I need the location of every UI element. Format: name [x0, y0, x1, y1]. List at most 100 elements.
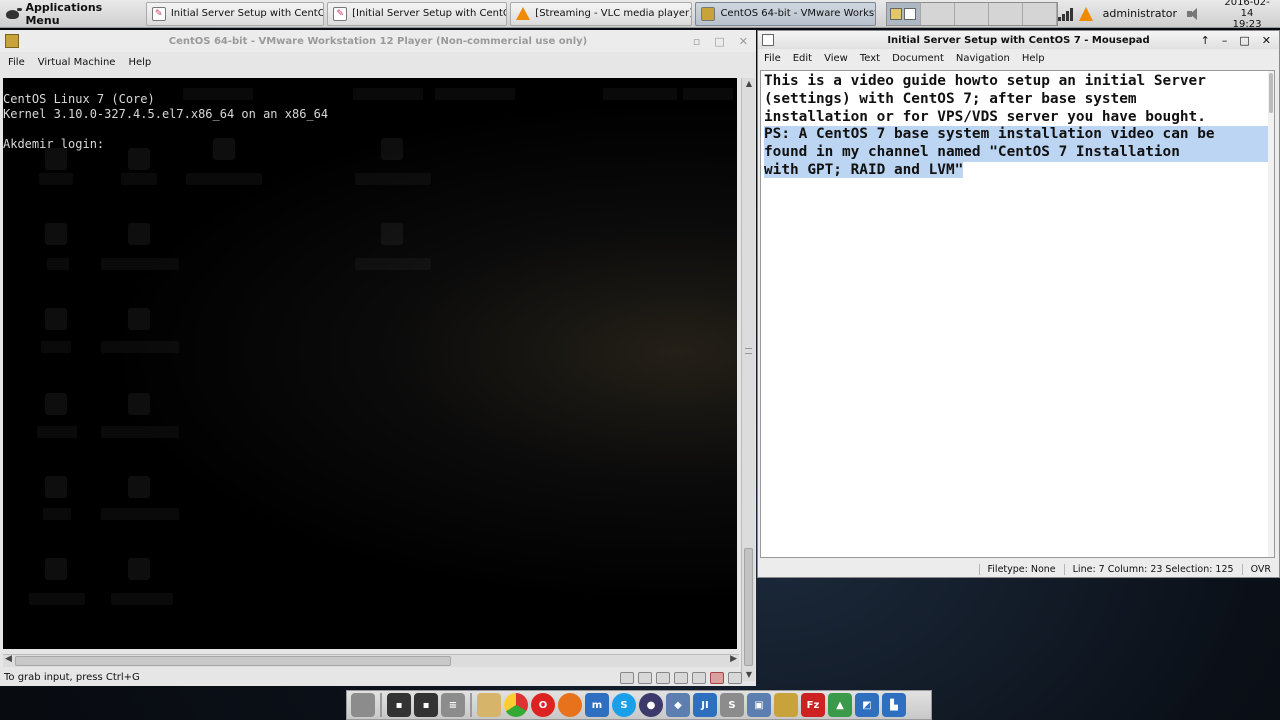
- taskbar-item-vlc[interactable]: [Streaming - VLC media player]: [510, 1, 693, 26]
- mousepad-icon: ✎: [151, 6, 166, 21]
- close-button[interactable]: ✕: [1262, 34, 1271, 47]
- printer-icon[interactable]: [710, 671, 724, 684]
- menu-document[interactable]: Document: [892, 53, 944, 64]
- menu-text[interactable]: Text: [860, 53, 880, 64]
- terminal-icon[interactable]: ▪: [387, 693, 411, 717]
- sound-card-icon[interactable]: [692, 671, 706, 684]
- text-editor-area[interactable]: This is a video guide howto setup an ini…: [760, 70, 1275, 558]
- clock[interactable]: 2016-02-14 19:23: [1220, 0, 1274, 30]
- maximize-button[interactable]: □: [714, 35, 724, 48]
- maximize-button[interactable]: □: [1239, 34, 1249, 47]
- taskbar-item-mousepad-2[interactable]: ✎ [Initial Server Setup with CentOS ...: [327, 1, 508, 26]
- menu-file[interactable]: File: [764, 53, 781, 64]
- applications-menu-button[interactable]: Applications Menu: [0, 0, 143, 28]
- text-line: installation or for VPS/VDS server you h…: [764, 108, 1206, 125]
- keep-above-button[interactable]: ↑: [1201, 34, 1210, 47]
- editor-vertical-scrollbar[interactable]: [1268, 71, 1274, 557]
- scrollbar-grip: [745, 348, 752, 354]
- menu-edit[interactable]: Edit: [793, 53, 812, 64]
- network-monitor-icon[interactable]: [1057, 7, 1073, 21]
- taskbar-item-label: Initial Server Setup with CentOS 7...: [170, 8, 323, 19]
- chrome-icon[interactable]: [504, 693, 528, 717]
- vmware-icon[interactable]: [774, 693, 798, 717]
- taskbar-item-mousepad-1[interactable]: ✎ Initial Server Setup with CentOS 7...: [145, 1, 325, 26]
- text-line: This is a video guide howto setup an ini…: [764, 73, 1206, 89]
- scrollbar-thumb[interactable]: [1269, 73, 1273, 113]
- eclipse-icon[interactable]: ●: [639, 693, 663, 717]
- overwrite-mode-status[interactable]: OVR: [1241, 563, 1279, 575]
- close-button[interactable]: ✕: [739, 35, 748, 48]
- network-icon[interactable]: ◩: [855, 693, 879, 717]
- text-editor-icon[interactable]: ≡: [441, 693, 465, 717]
- text-line: (settings) with CentOS 7; after base sys…: [764, 90, 1137, 107]
- taskbar-item-label: [Streaming - VLC media player]: [535, 8, 693, 19]
- console-line: Kernel 3.10.0-327.4.5.el7.x86_64 on an x…: [3, 107, 329, 121]
- filezilla-icon[interactable]: Fz: [801, 693, 825, 717]
- mousepad-titlebar[interactable]: Initial Server Setup with CentOS 7 - Mou…: [758, 31, 1279, 49]
- clock-time: 19:23: [1232, 19, 1262, 30]
- opera-icon[interactable]: O: [531, 693, 555, 717]
- scrollbar-thumb[interactable]: [15, 656, 451, 666]
- minimize-button[interactable]: ▫: [693, 35, 700, 48]
- menu-navigation[interactable]: Navigation: [956, 53, 1010, 64]
- terminal-icon[interactable]: ▙: [882, 693, 906, 717]
- firefox-icon[interactable]: [558, 693, 582, 717]
- menu-file[interactable]: File: [8, 57, 25, 68]
- workspace-5[interactable]: [1022, 2, 1057, 25]
- console-horizontal-scrollbar[interactable]: ◀ ▶: [3, 654, 739, 667]
- maxthon-icon[interactable]: m: [585, 693, 609, 717]
- console-line: CentOS Linux 7 (Core): [3, 92, 155, 106]
- vlc-icon: [516, 7, 531, 20]
- volume-icon[interactable]: [1187, 7, 1200, 20]
- cd-drive-icon[interactable]: [638, 671, 652, 684]
- console-vertical-scrollbar[interactable]: ▲ ▼: [741, 78, 755, 681]
- document-text: This is a video guide howto setup an ini…: [761, 71, 1274, 180]
- selected-text-line: found in my channel named "CentOS 7 Inst…: [764, 144, 1274, 162]
- workspace-3[interactable]: [954, 2, 989, 25]
- workspace-2[interactable]: [920, 2, 955, 25]
- grab-input-hint: To grab input, press Ctrl+G: [4, 672, 140, 683]
- workspace-4[interactable]: [988, 2, 1023, 25]
- workspace-1[interactable]: [886, 2, 921, 25]
- user-menu[interactable]: administrator: [1103, 7, 1177, 20]
- usb-icon[interactable]: [674, 671, 688, 684]
- mousepad-menubar: File Edit View Text Document Navigation …: [758, 49, 1279, 68]
- scrollbar-thumb[interactable]: [744, 548, 753, 666]
- xfce-mouse-icon: [4, 7, 23, 21]
- hard-disk-icon[interactable]: [620, 671, 634, 684]
- jetbrains-icon[interactable]: JI: [693, 693, 717, 717]
- workspace-window-icon: [904, 7, 917, 20]
- bottom-dock: ▪ ▪ ≡ O m S ● ◆ JI S ▣ Fz ▲ ◩ ▙: [346, 690, 932, 720]
- vmware-titlebar[interactable]: CentOS 64-bit - VMware Workstation 12 Pl…: [0, 30, 756, 52]
- mousepad-statusbar: Filetype: None Line: 7 Column: 23 Select…: [758, 561, 1279, 577]
- vm-console[interactable]: CentOS Linux 7 (Core) Kernel 3.10.0-327.…: [3, 78, 737, 649]
- folder-icon[interactable]: [477, 693, 501, 717]
- selected-text-line: with GPT; RAID and LVM": [764, 161, 964, 178]
- vmware-menubar: File Virtual Machine Help: [0, 52, 756, 72]
- menu-view[interactable]: View: [824, 53, 848, 64]
- scroll-right-arrow-icon[interactable]: ▶: [730, 654, 737, 664]
- applications-menu-label: Applications Menu: [25, 0, 103, 27]
- menu-help[interactable]: Help: [1022, 53, 1045, 64]
- filetype-status[interactable]: Filetype: None: [978, 563, 1064, 575]
- display-icon[interactable]: [728, 671, 742, 684]
- scroll-up-arrow-icon[interactable]: ▲: [742, 78, 756, 90]
- terminal-icon[interactable]: ▪: [414, 693, 438, 717]
- system-tray: administrator 2016-02-14 19:23: [1057, 0, 1280, 30]
- dock-separator: [380, 693, 382, 717]
- cube-icon[interactable]: ▣: [747, 693, 771, 717]
- taskbar-item-vmware[interactable]: CentOS 64-bit - VMware Workstat...: [695, 1, 876, 26]
- files-icon[interactable]: [351, 693, 375, 717]
- mousepad-window: Initial Server Setup with CentOS 7 - Mou…: [757, 30, 1280, 578]
- minimize-button[interactable]: –: [1222, 34, 1228, 47]
- sublime-icon[interactable]: S: [720, 693, 744, 717]
- android-icon[interactable]: ▲: [828, 693, 852, 717]
- scroll-left-arrow-icon[interactable]: ◀: [5, 654, 12, 664]
- vmware-window-title: CentOS 64-bit - VMware Workstation 12 Pl…: [168, 35, 588, 47]
- menu-virtual-machine[interactable]: Virtual Machine: [38, 57, 116, 68]
- network-adapter-icon[interactable]: [656, 671, 670, 684]
- virtualbox-icon[interactable]: ◆: [666, 693, 690, 717]
- vlc-tray-icon[interactable]: [1078, 6, 1093, 21]
- skype-icon[interactable]: S: [612, 693, 636, 717]
- menu-help[interactable]: Help: [128, 57, 151, 68]
